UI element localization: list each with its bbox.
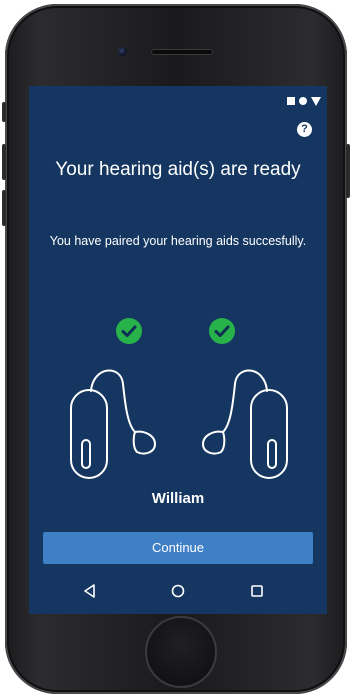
- app-screen: ? Your hearing aid(s) are ready You have…: [29, 86, 327, 614]
- front-camera: [118, 47, 127, 56]
- continue-button[interactable]: Continue: [43, 532, 313, 564]
- phone-home-button[interactable]: [145, 616, 217, 688]
- page-title: Your hearing aid(s) are ready: [55, 159, 301, 180]
- home-icon[interactable]: [169, 582, 187, 600]
- earpiece-speaker: [151, 49, 213, 55]
- user-name: William: [151, 490, 205, 507]
- volume-up-button: [2, 144, 6, 180]
- recents-icon[interactable]: [248, 582, 266, 600]
- help-icon: ?: [301, 123, 308, 135]
- android-nav-bar: [29, 570, 327, 614]
- hearing-aids-illustration: [70, 369, 288, 479]
- status-bar: [287, 95, 321, 107]
- triangle-icon: [311, 96, 321, 106]
- back-icon[interactable]: [81, 582, 99, 600]
- page-subtitle: You have paired your hearing aids succes…: [49, 234, 307, 248]
- right-hearing-aid-icon: [202, 369, 288, 479]
- dot-icon: [299, 97, 307, 105]
- volume-down-button: [2, 190, 6, 226]
- square-icon: [287, 97, 295, 105]
- mute-switch: [2, 102, 6, 122]
- left-check-icon: [116, 318, 142, 344]
- help-button[interactable]: ?: [297, 122, 312, 137]
- power-button: [346, 144, 350, 198]
- right-check-icon: [209, 318, 235, 344]
- left-hearing-aid-icon: [70, 369, 156, 479]
